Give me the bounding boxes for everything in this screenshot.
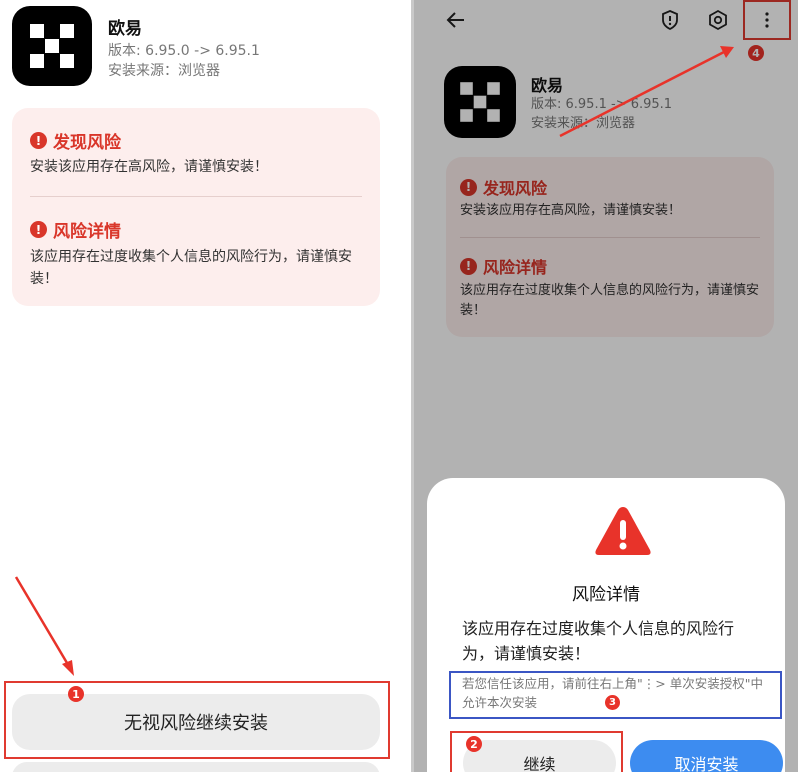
right-screen: 4 欧易 版本: 6.95.1 -> 6.95.1 安装来源：浏览器 ! 发现风… — [414, 0, 798, 772]
dialog-title: 风险详情 — [572, 585, 640, 605]
dialog-body: 该应用存在过度收集个人信息的风险行为，请谨慎安装！ — [462, 619, 735, 663]
annotation-arrow-1 — [14, 576, 74, 676]
warning-triangle-icon — [595, 507, 651, 555]
cancel-install-button[interactable]: 取消安装 — [630, 740, 783, 772]
step-badge-3: 3 — [605, 695, 620, 710]
risk-detail-dialog: 风险详情 该应用存在过度收集个人信息的风险行为，请谨慎安装！ 若您信任该应用，请… — [427, 478, 785, 772]
step-badge-2: 2 — [466, 736, 482, 752]
left-screen: 欧易 版本: 6.95.0 -> 6.95.1 安装来源：浏览器 ! 发现风险 … — [0, 0, 411, 772]
